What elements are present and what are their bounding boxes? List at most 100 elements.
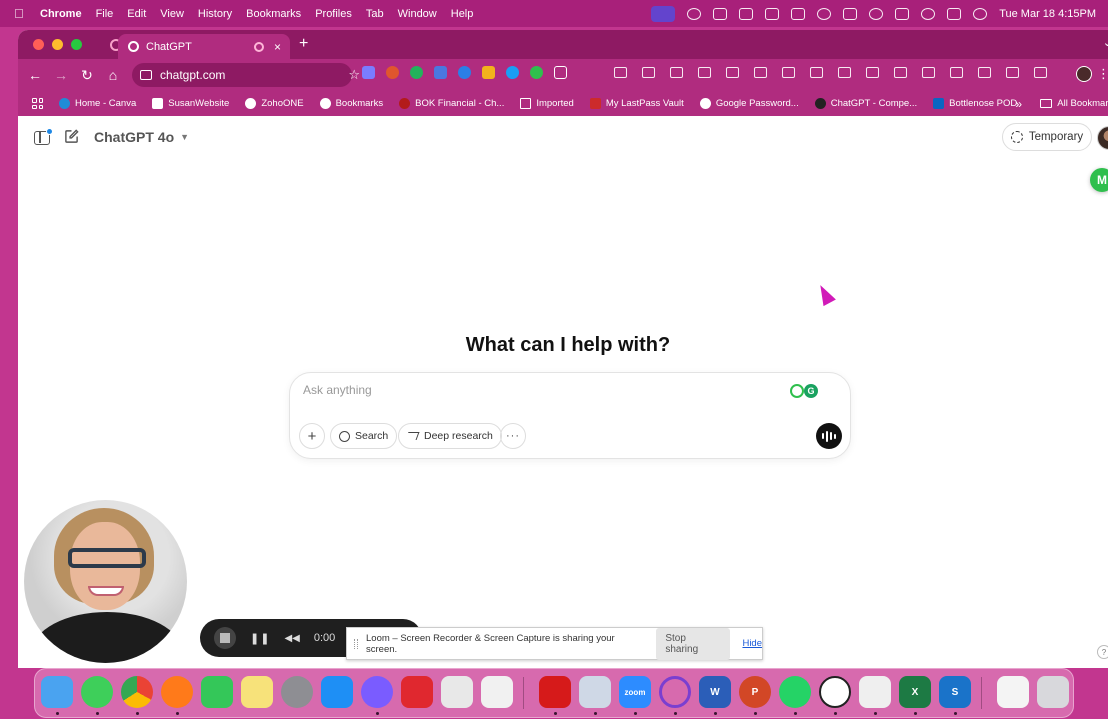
history-icon[interactable] [754, 67, 767, 78]
extension-chat-icon[interactable] [458, 66, 471, 79]
menubar-clock[interactable]: Tue Mar 18 4:15PM [999, 8, 1096, 20]
stop-sharing-button[interactable]: Stop sharing [656, 627, 731, 660]
forward-icon[interactable]: → [48, 67, 74, 83]
extension-blue-icon[interactable] [434, 66, 447, 79]
keyboard-icon[interactable] [895, 7, 910, 20]
bookmark-star-icon[interactable]: ☆ [348, 67, 360, 83]
sliders-icon[interactable] [739, 7, 754, 20]
drag-handle-icon[interactable] [354, 638, 358, 649]
grammarly-extension-icon[interactable] [410, 66, 423, 79]
bookmark-bok-financial[interactable]: BOK Financial - Ch... [399, 98, 504, 109]
location-icon[interactable] [670, 67, 683, 78]
address-bar[interactable]: chatgpt.com ☆ [132, 63, 360, 87]
link-icon[interactable] [950, 67, 963, 78]
close-window-button[interactable] [33, 39, 44, 50]
bookmark-zohoone[interactable]: ZohoONE [245, 98, 304, 109]
m-extension-badge-icon[interactable]: M [1090, 168, 1108, 192]
star-icon[interactable] [698, 67, 711, 78]
pause-icon[interactable]: ❚❚ [250, 632, 270, 645]
screen-share-icon[interactable] [651, 5, 676, 22]
attach-button[interactable]: + [299, 423, 325, 449]
excel-icon[interactable]: X [899, 676, 931, 708]
menu-view[interactable]: View [160, 8, 184, 20]
grammarly-status-icon[interactable] [790, 384, 804, 398]
messages-icon[interactable] [81, 676, 113, 708]
menu-help[interactable]: Help [451, 8, 474, 20]
powerpoint-icon[interactable]: P [739, 676, 771, 708]
extension-link-icon[interactable] [362, 66, 375, 79]
tab-chatgpt[interactable]: ChatGPT × [118, 34, 290, 59]
battery-icon[interactable] [843, 7, 858, 20]
iphone-mirroring-icon[interactable] [441, 676, 473, 708]
bookmark-home-canva[interactable]: Home - Canva [59, 98, 136, 109]
restart-icon[interactable]: ◀◀ [284, 633, 299, 644]
apps-grid-icon[interactable] [32, 98, 43, 109]
system-settings-icon[interactable] [281, 676, 313, 708]
menu-file[interactable]: File [96, 8, 114, 20]
acrobat-icon[interactable] [539, 676, 571, 708]
control-center-icon[interactable] [947, 7, 962, 20]
new-chat-icon[interactable] [64, 129, 79, 144]
all-bookmarks-button[interactable]: All Bookmarks [1040, 98, 1108, 109]
model-selector[interactable]: ChatGPT 4o ▼ [94, 129, 189, 145]
cast-icon[interactable] [838, 67, 851, 78]
new-tab-button[interactable]: + [299, 35, 308, 53]
profile-avatar-icon[interactable] [1076, 66, 1092, 82]
hide-link[interactable]: Hide [742, 638, 762, 649]
stop-recording-button[interactable] [214, 627, 236, 649]
extension-badge-icon[interactable] [386, 66, 399, 79]
search-button[interactable]: Search [330, 423, 398, 449]
word-icon[interactable]: W [699, 676, 731, 708]
site-info-icon[interactable] [140, 70, 152, 80]
tab-search-chevron-icon[interactable]: ⌄ [1103, 36, 1108, 49]
trash-icon[interactable] [782, 67, 795, 78]
circle-icon[interactable] [817, 7, 832, 20]
extensions-puzzle-icon[interactable] [554, 66, 567, 79]
card-icon[interactable] [642, 67, 655, 78]
app-store-icon[interactable] [321, 676, 353, 708]
bookmark-lastpass[interactable]: My LastPass Vault [589, 98, 684, 109]
zoom-icon[interactable]: zoom [619, 676, 651, 708]
back-icon[interactable]: ← [22, 67, 48, 83]
bookmark-bookmarks[interactable]: Bookmarks [319, 98, 383, 109]
device-icon[interactable] [978, 67, 991, 78]
bookmark-bottlenose-pod[interactable]: Bottlenose POD [933, 98, 1017, 109]
grammarly-icon[interactable]: G [804, 384, 818, 398]
quip-icon[interactable] [401, 676, 433, 708]
textedit-icon[interactable] [859, 676, 891, 708]
spotlight-search-icon[interactable] [921, 7, 936, 20]
deep-research-button[interactable]: Deep research [398, 423, 502, 449]
audio-wave-icon[interactable] [687, 7, 702, 20]
google-drive-icon[interactable] [482, 66, 495, 79]
facetime-icon[interactable] [201, 676, 233, 708]
bookmark-susanwebsite[interactable]: SusanWebsite [152, 98, 229, 109]
chrome-icon[interactable] [121, 676, 153, 708]
zoom-window-button[interactable] [71, 39, 82, 50]
bookmark-imported[interactable]: Imported [520, 98, 574, 109]
triangle-icon[interactable] [765, 7, 780, 20]
launchpad-icon[interactable] [481, 676, 513, 708]
menu-profiles[interactable]: Profiles [315, 8, 352, 20]
side-panel-icon[interactable] [1006, 67, 1019, 78]
bookmark-google-password[interactable]: Google Password... [699, 98, 799, 109]
reader-mode-icon[interactable] [922, 67, 935, 78]
s-app-icon[interactable] [713, 7, 728, 20]
trash-bin-icon[interactable] [1037, 676, 1069, 708]
menu-window[interactable]: Window [398, 8, 437, 20]
url-text[interactable]: chatgpt.com [160, 68, 225, 82]
whatsapp-icon[interactable] [779, 676, 811, 708]
code-icon[interactable] [1034, 67, 1047, 78]
bookmark-chatgpt-compe[interactable]: ChatGPT - Compe... [814, 98, 917, 109]
reading-list-icon[interactable] [726, 67, 739, 78]
siri-icon[interactable] [973, 7, 988, 20]
loom-webcam-bubble[interactable] [24, 500, 187, 663]
extension-m-icon[interactable] [530, 66, 543, 79]
firefox-icon[interactable] [161, 676, 193, 708]
preview-icon[interactable] [579, 676, 611, 708]
menu-history[interactable]: History [198, 8, 232, 20]
close-tab-icon[interactable]: × [274, 40, 281, 54]
translate-icon[interactable] [866, 67, 879, 78]
reload-icon[interactable]: ↻ [74, 67, 100, 84]
temporary-chat-button[interactable]: Temporary [1002, 123, 1092, 151]
key-icon[interactable] [614, 67, 627, 78]
